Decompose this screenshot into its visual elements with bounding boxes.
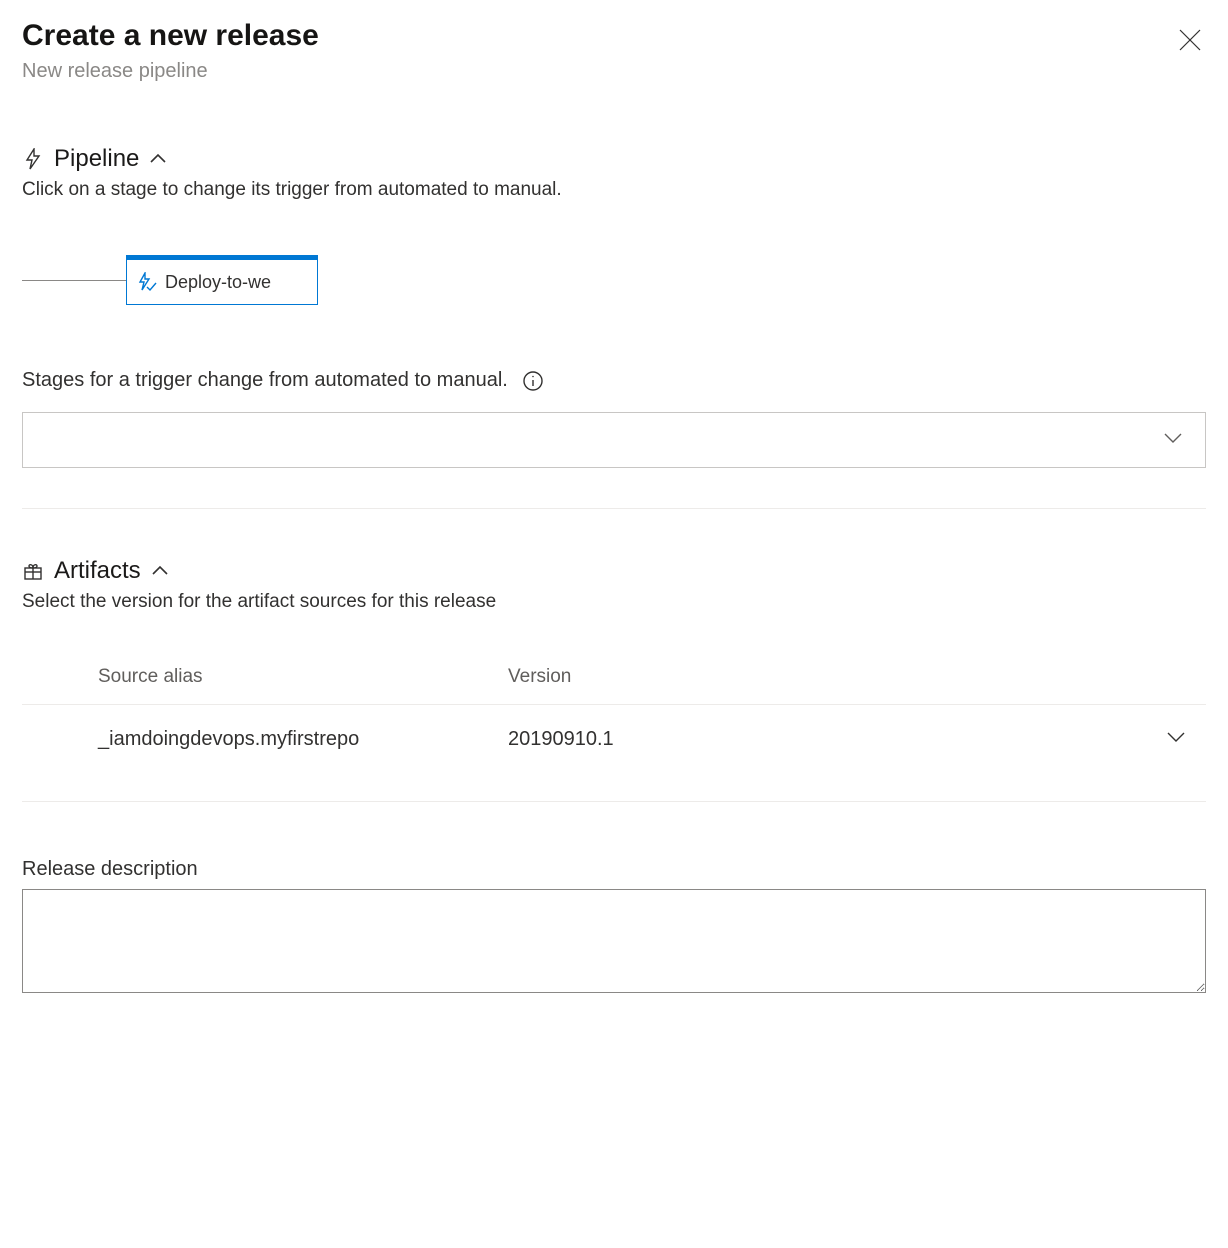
chevron-down-icon: [1166, 730, 1186, 748]
chevron-up-icon: [151, 562, 169, 580]
chevron-down-icon: [1163, 431, 1183, 449]
pipeline-section-title: Pipeline: [54, 145, 139, 173]
section-divider: [22, 508, 1206, 509]
pipeline-connector: [22, 280, 126, 281]
page-title: Create a new release: [22, 18, 319, 54]
artifact-version: 20190910.1: [508, 728, 1146, 751]
lightning-icon: [22, 148, 44, 170]
lightning-check-icon: [137, 272, 157, 292]
col-header-source: Source alias: [98, 666, 508, 688]
info-icon[interactable]: [522, 370, 544, 392]
col-header-version: Version: [508, 666, 1146, 688]
pipeline-description: Click on a stage to change its trigger f…: [22, 179, 1206, 201]
release-description-label: Release description: [22, 858, 1206, 881]
close-button[interactable]: [1174, 24, 1206, 56]
artifacts-section-title: Artifacts: [54, 557, 141, 585]
chevron-up-icon: [149, 150, 167, 168]
artifact-row[interactable]: _iamdoingdevops.myfirstrepo 20190910.1: [22, 705, 1206, 773]
stages-field-label: Stages for a trigger change from automat…: [22, 369, 508, 392]
page-subtitle: New release pipeline: [22, 60, 319, 83]
pipeline-section-toggle[interactable]: Pipeline: [22, 145, 1206, 173]
section-divider: [22, 801, 1206, 802]
close-icon: [1177, 27, 1203, 53]
stages-dropdown[interactable]: [22, 412, 1206, 468]
artifacts-description: Select the version for the artifact sour…: [22, 591, 1206, 613]
artifacts-section-toggle[interactable]: Artifacts: [22, 557, 1206, 585]
artifact-source: _iamdoingdevops.myfirstrepo: [98, 728, 508, 751]
gift-icon: [22, 560, 44, 582]
pipeline-stage[interactable]: Deploy-to-we: [126, 255, 318, 305]
artifacts-table-header: Source alias Version: [22, 649, 1206, 705]
release-description-input[interactable]: [22, 889, 1206, 993]
pipeline-stage-label: Deploy-to-we: [165, 272, 271, 293]
